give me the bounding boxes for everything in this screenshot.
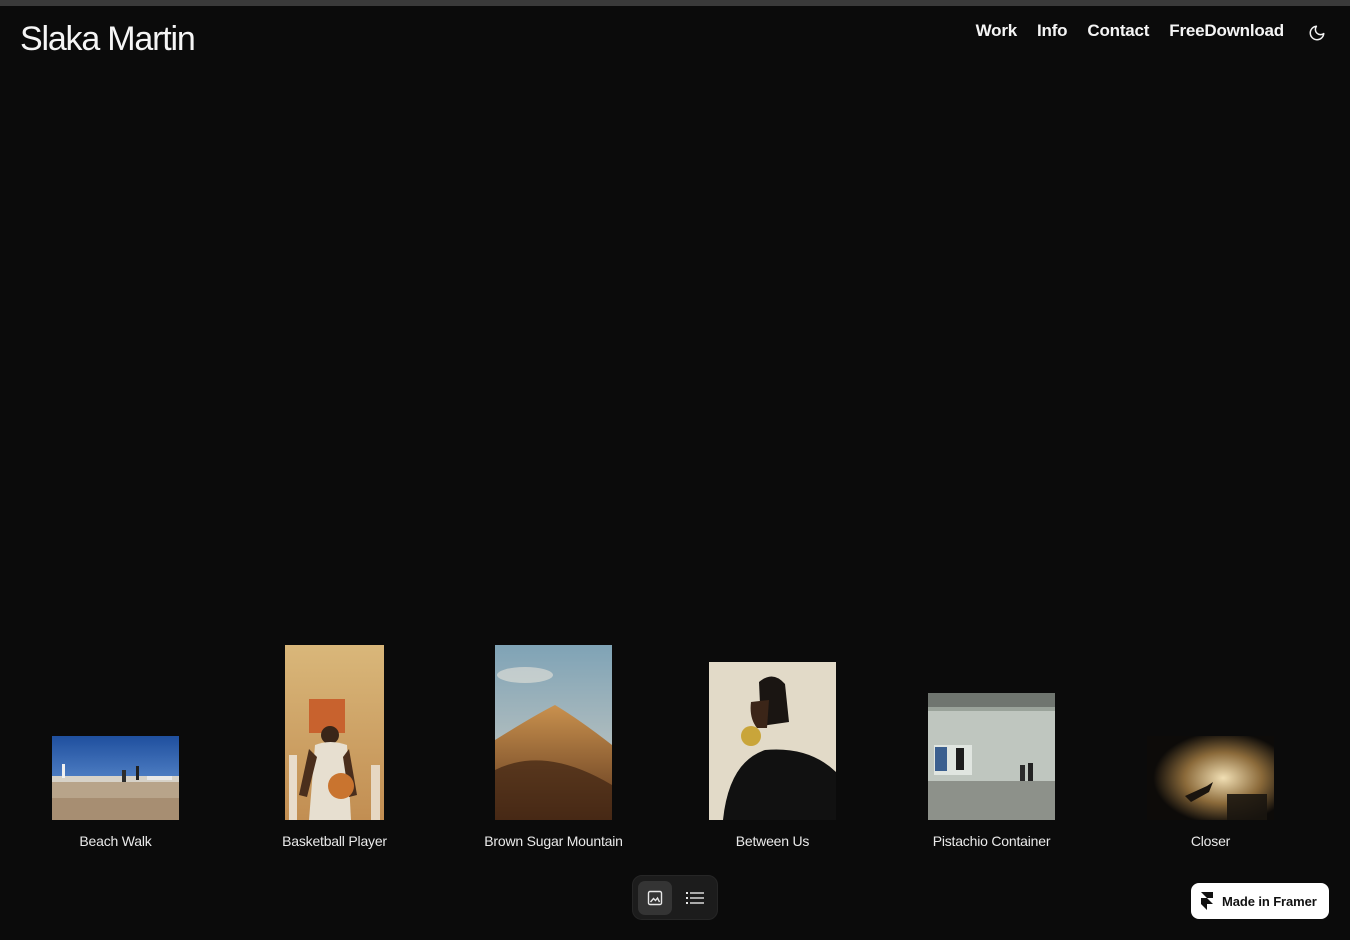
between-us-thumbnail <box>709 662 836 820</box>
project-title: Closer <box>1190 833 1231 849</box>
pistachio-container-thumbnail <box>928 693 1055 820</box>
image-grid-icon <box>647 890 663 905</box>
badge-label: Made in Framer <box>1222 893 1317 909</box>
nav-contact-link[interactable]: Contact <box>1087 21 1149 41</box>
project-card-closer[interactable]: Closer <box>1147 736 1274 850</box>
closer-thumbnail <box>1147 736 1274 820</box>
grid-view-button[interactable] <box>638 880 672 915</box>
made-in-framer-badge[interactable]: Made in Framer <box>1191 883 1329 919</box>
view-mode-switch <box>632 875 718 920</box>
main-nav: Work Info Contact FreeDownload <box>976 21 1285 41</box>
project-title: Between Us <box>735 833 810 849</box>
project-card-between-us[interactable]: Between Us <box>709 662 836 850</box>
nav-free-download-link[interactable]: FreeDownload <box>1169 21 1284 41</box>
project-card-brown-sugar-mountain[interactable]: Brown Sugar Mountain <box>484 645 623 850</box>
basketball-player-thumbnail <box>285 645 384 820</box>
list-icon <box>686 891 704 904</box>
beach-walk-thumbnail <box>52 736 179 820</box>
list-view-button[interactable] <box>678 881 712 915</box>
nav-work-link[interactable]: Work <box>976 21 1018 41</box>
theme-toggle-button[interactable] <box>1308 24 1326 42</box>
project-gallery: Beach Walk Basketball Player Brown Sugar… <box>0 620 1350 850</box>
site-logo[interactable]: Slaka Martin <box>20 20 196 59</box>
project-card-beach-walk[interactable]: Beach Walk <box>52 736 179 850</box>
top-progress-line <box>0 0 1350 6</box>
project-title: Brown Sugar Mountain <box>484 833 623 849</box>
project-title: Beach Walk <box>79 833 152 849</box>
project-title: Pistachio Container <box>932 833 1051 849</box>
brown-sugar-mountain-thumbnail <box>495 645 612 820</box>
project-title: Basketball Player <box>282 833 387 849</box>
moon-icon <box>1309 25 1325 41</box>
framer-logo-icon <box>1201 892 1213 910</box>
nav-info-link[interactable]: Info <box>1037 21 1068 41</box>
project-card-pistachio-container[interactable]: Pistachio Container <box>928 693 1055 850</box>
project-card-basketball-player[interactable]: Basketball Player <box>282 645 387 850</box>
